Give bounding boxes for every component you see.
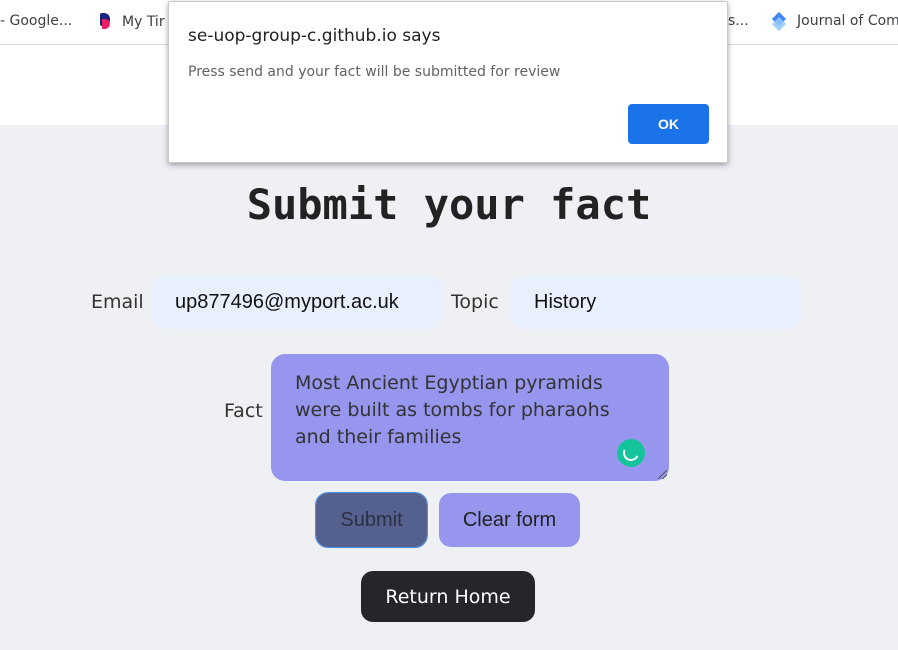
submit-button[interactable]: Submit (315, 492, 428, 548)
clear-form-button[interactable]: Clear form (439, 493, 580, 547)
dialog-message: Press send and your fact will be submitt… (188, 64, 561, 80)
bookmark-label: s... (728, 13, 749, 29)
bookmark-google[interactable]: - Google... (0, 13, 72, 29)
fact-textarea[interactable]: Most Ancient Egyptian pyramids were buil… (271, 354, 669, 481)
bookmark-label: Journal of Com (797, 13, 898, 29)
return-home-button[interactable]: Return Home (361, 571, 535, 622)
bookmark-label: My Tir (122, 14, 165, 30)
email-field[interactable]: up877496@myport.ac.uk (151, 276, 442, 329)
topic-value: History (534, 291, 597, 313)
email-label: Email (91, 291, 144, 313)
bookmark-my-timetable[interactable]: My Tir (98, 13, 165, 31)
feedback-app-icon (98, 13, 112, 31)
bookmark-partial[interactable]: s... (728, 13, 749, 29)
alert-dialog: se-uop-group-c.github.io says Press send… (168, 1, 728, 163)
dialog-title: se-uop-group-c.github.io says (188, 26, 441, 46)
page-title: Submit your fact (246, 180, 652, 229)
fact-label: Fact (224, 400, 263, 422)
grammarly-icon[interactable] (617, 439, 645, 467)
topic-label: Topic (451, 291, 499, 313)
email-value: up877496@myport.ac.uk (175, 291, 399, 313)
bookmark-label: - Google... (0, 13, 73, 29)
bookmark-journal[interactable]: Journal of Com (771, 13, 898, 29)
journal-icon (771, 13, 787, 29)
resize-handle-icon[interactable] (658, 470, 667, 479)
ok-button[interactable]: OK (628, 104, 709, 144)
topic-field[interactable]: History (510, 276, 801, 329)
fact-value: Most Ancient Egyptian pyramids were buil… (295, 372, 610, 448)
